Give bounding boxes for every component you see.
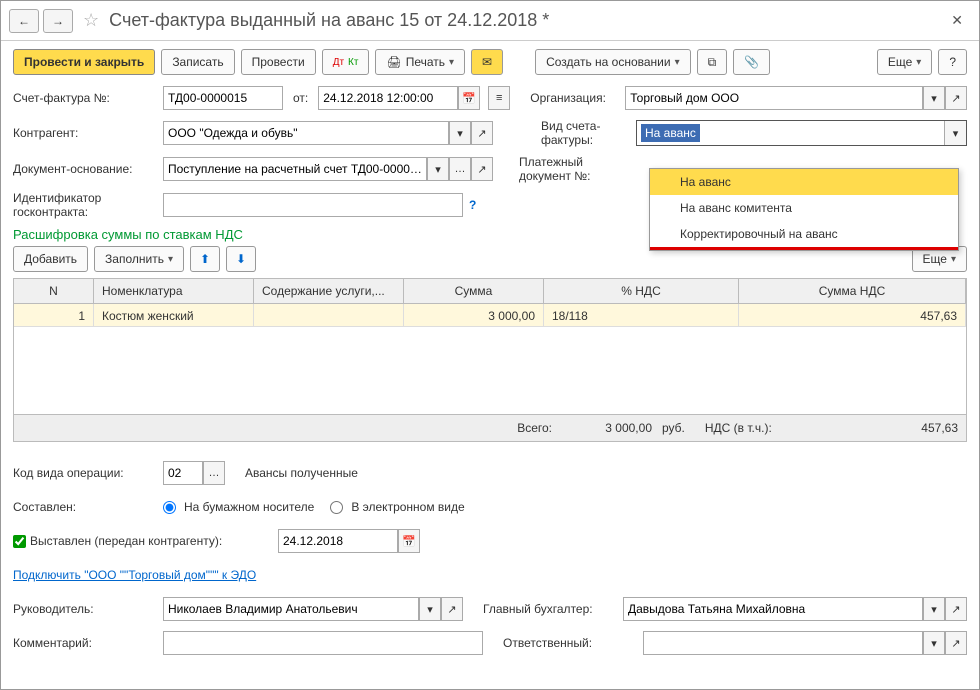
issued-label: Составлен: [13, 500, 163, 514]
counterparty-select-icon[interactable]: ▾ [449, 121, 471, 145]
attach-icon [744, 55, 759, 69]
basis-input[interactable] [163, 157, 427, 181]
print-icon [386, 55, 401, 69]
invoice-type-dropdown-icon[interactable]: ▾ [944, 121, 966, 145]
basis-dots-icon[interactable]: … [449, 157, 471, 181]
dtkt-button[interactable]: ДтКт [322, 49, 370, 75]
govcontract-label: Идентификатор госконтракта: [13, 191, 163, 219]
move-up-button[interactable]: ⬆ [190, 246, 220, 272]
invoice-no-label: Счет-фактура №: [13, 91, 163, 105]
radio-paper[interactable]: На бумажном носителе [163, 500, 314, 514]
nav-back-button[interactable]: ← [9, 9, 39, 33]
th-sum: Сумма [404, 279, 544, 303]
responsible-input[interactable] [643, 631, 923, 655]
dd-option-na-avans[interactable]: На аванс [650, 169, 958, 195]
govcontract-help-icon[interactable]: ? [469, 198, 476, 212]
comment-label: Комментарий: [13, 636, 163, 650]
red-underline [650, 247, 958, 250]
invoice-type-dropdown-popup: На аванс На аванс комитента Корректирово… [649, 168, 959, 251]
org-input[interactable] [625, 86, 923, 110]
add-row-button[interactable]: Добавить [13, 246, 88, 272]
responsible-select-icon[interactable]: ▾ [923, 631, 945, 655]
radio-electronic[interactable]: В электронном виде [330, 500, 464, 514]
counterparty-open-icon[interactable]: ↗ [471, 121, 493, 145]
delivered-date-input[interactable] [278, 529, 398, 553]
accountant-open-icon[interactable]: ↗ [945, 597, 967, 621]
org-open-icon[interactable]: ↗ [945, 86, 967, 110]
close-icon[interactable]: ✕ [943, 8, 971, 33]
mail-button[interactable] [471, 49, 503, 75]
th-nomenclature: Номенклатура [94, 279, 254, 303]
delivered-checkbox[interactable]: Выставлен (передан контрагенту): [13, 534, 278, 548]
calendar-icon[interactable]: 📅 [458, 86, 480, 110]
accountant-label: Главный бухгалтер: [483, 602, 623, 616]
basis-select-icon[interactable]: ▾ [427, 157, 449, 181]
counterparty-input[interactable] [163, 121, 449, 145]
save-button[interactable]: Записать [161, 49, 234, 75]
date-input[interactable] [318, 86, 458, 110]
th-vat-sum: Сумма НДС [739, 279, 966, 303]
comment-input[interactable] [163, 631, 483, 655]
director-open-icon[interactable]: ↗ [441, 597, 463, 621]
help-button[interactable]: ? [938, 49, 967, 75]
responsible-open-icon[interactable]: ↗ [945, 631, 967, 655]
from-label: от: [293, 91, 308, 105]
create-based-on-button[interactable]: Создать на основании [535, 49, 691, 75]
invoice-type-select[interactable]: На аванс [637, 124, 944, 142]
basis-open-icon[interactable]: ↗ [471, 157, 493, 181]
vat-table: N Номенклатура Содержание услуги,... Сум… [13, 278, 967, 415]
op-code-select-icon[interactable]: … [203, 461, 225, 485]
director-label: Руководитель: [13, 602, 163, 616]
org-select-icon[interactable]: ▾ [923, 86, 945, 110]
th-n: N [14, 279, 94, 303]
link-button-1[interactable]: ≡ [488, 86, 510, 110]
fill-button[interactable]: Заполнить [94, 246, 184, 272]
print-button[interactable]: Печать [375, 49, 465, 75]
th-vat-pct: % НДС [544, 279, 739, 303]
counterparty-label: Контрагент: [13, 126, 163, 140]
invoice-no-input[interactable] [163, 86, 283, 110]
dd-option-na-avans-komitenta[interactable]: На аванс комитента [650, 195, 958, 221]
post-button[interactable]: Провести [241, 49, 316, 75]
op-code-desc: Авансы полученные [245, 466, 358, 480]
mail-icon [482, 55, 492, 69]
accountant-input[interactable] [623, 597, 923, 621]
favorite-star-icon[interactable]: ☆ [83, 10, 99, 31]
more-button[interactable]: Еще [877, 49, 932, 75]
window-title: Счет-фактура выданный на аванс 15 от 24.… [109, 10, 549, 31]
nav-forward-button[interactable]: → [43, 9, 73, 33]
director-input[interactable] [163, 597, 419, 621]
dd-option-korrektirovochny[interactable]: Корректировочный на аванс [650, 221, 958, 247]
org-label: Организация: [530, 91, 625, 105]
table-row[interactable]: 1 Костюм женский 3 000,00 18/118 457,63 [14, 304, 966, 327]
accountant-select-icon[interactable]: ▾ [923, 597, 945, 621]
op-code-label: Код вида операции: [13, 466, 163, 480]
th-service: Содержание услуги,... [254, 279, 404, 303]
payment-doc-label: Платежный документ №: [519, 155, 614, 183]
structure-button[interactable]: ⧉ [697, 49, 728, 75]
director-select-icon[interactable]: ▾ [419, 597, 441, 621]
op-code-input[interactable] [163, 461, 203, 485]
delivered-calendar-icon[interactable]: 📅 [398, 529, 420, 553]
govcontract-input[interactable] [163, 193, 463, 217]
move-down-button[interactable]: ⬇ [226, 246, 256, 272]
responsible-label: Ответственный: [503, 636, 643, 650]
totals-row: Всего: 3 000,00 руб. НДС (в т.ч.): 457,6… [13, 415, 967, 442]
post-and-close-button[interactable]: Провести и закрыть [13, 49, 155, 75]
invoice-type-label: Вид счета-фактуры: [541, 119, 636, 147]
basis-label: Документ-основание: [13, 162, 163, 176]
attach-button[interactable] [733, 49, 770, 75]
edo-link[interactable]: Подключить "ООО ""Торговый дом""" к ЭДО [13, 568, 256, 582]
